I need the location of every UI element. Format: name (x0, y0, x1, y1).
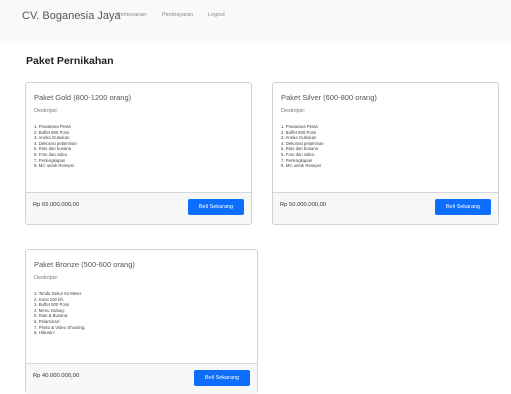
nav-link-pemesanan[interactable]: Pemesanan (117, 12, 146, 18)
description-label: Deskripsi: (34, 275, 59, 281)
navbar: CV. Boganesia Jaya Pemesanan Pembayaran … (0, 0, 511, 43)
feature-list: 1. Prasarana Pesta 2. Buffet 800 Porsi 3… (281, 124, 324, 169)
buy-now-button-bronze[interactable]: Beli Sekarang (194, 370, 250, 386)
card-footer: Rp 50.000.000,00 Beli Sekarang (273, 192, 498, 224)
buy-now-button-gold[interactable]: Beli Sekarang (188, 199, 244, 215)
price-label: Rp 40.000.000,00 (33, 373, 80, 379)
card-footer: Rp 40.000.000,00 Beli Sekarang (26, 363, 257, 394)
page-title: Paket Pernikahan (26, 55, 114, 67)
feature-list: 1. Prasarana Pesta 2. Buffet 800 Porsi 3… (34, 124, 77, 169)
description-label: Deskripsi: (281, 108, 306, 114)
feature-item: 1. Prasarana Pesta (281, 124, 318, 129)
package-card-gold: Paket Gold (800-1200 orang) Deskripsi: 1… (25, 82, 252, 225)
feature-list: 1. Tenda Dekor 64 Meter. 2. Kursi 100 bh… (34, 291, 86, 336)
feature-item: 1. Tenda Dekor 64 Meter. (34, 291, 83, 296)
nav-link-logout[interactable]: Logout (208, 12, 225, 18)
price-label: Rp 50.000.000,00 (280, 202, 327, 208)
package-title: Paket Bronze (500-600 orang) (34, 260, 135, 269)
buy-now-button-silver[interactable]: Beli Sekarang (435, 199, 491, 215)
feature-item: 1. Prasarana Pesta (34, 124, 71, 129)
package-card-bronze: Paket Bronze (500-600 orang) Deskripsi: … (25, 249, 258, 394)
feature-item: 8. Hiburan: (34, 330, 56, 336)
package-card-silver: Paket Silver (600-800 orang) Deskripsi: … (272, 82, 499, 225)
nav-link-pembayaran[interactable]: Pembayaran (162, 12, 193, 18)
package-title: Paket Gold (800-1200 orang) (34, 93, 132, 102)
feature-item: 8. MC untuk Resepsi (34, 163, 74, 169)
feature-item: 8. MC untuk Resepsi (281, 163, 321, 169)
brand-link[interactable]: CV. Boganesia Jaya (22, 10, 121, 22)
package-title: Paket Silver (600-800 orang) (281, 93, 377, 102)
price-label: Rp 65.000.000,00 (33, 202, 80, 208)
description-label: Deskripsi: (34, 108, 59, 114)
card-footer: Rp 65.000.000,00 Beli Sekarang (26, 192, 251, 224)
